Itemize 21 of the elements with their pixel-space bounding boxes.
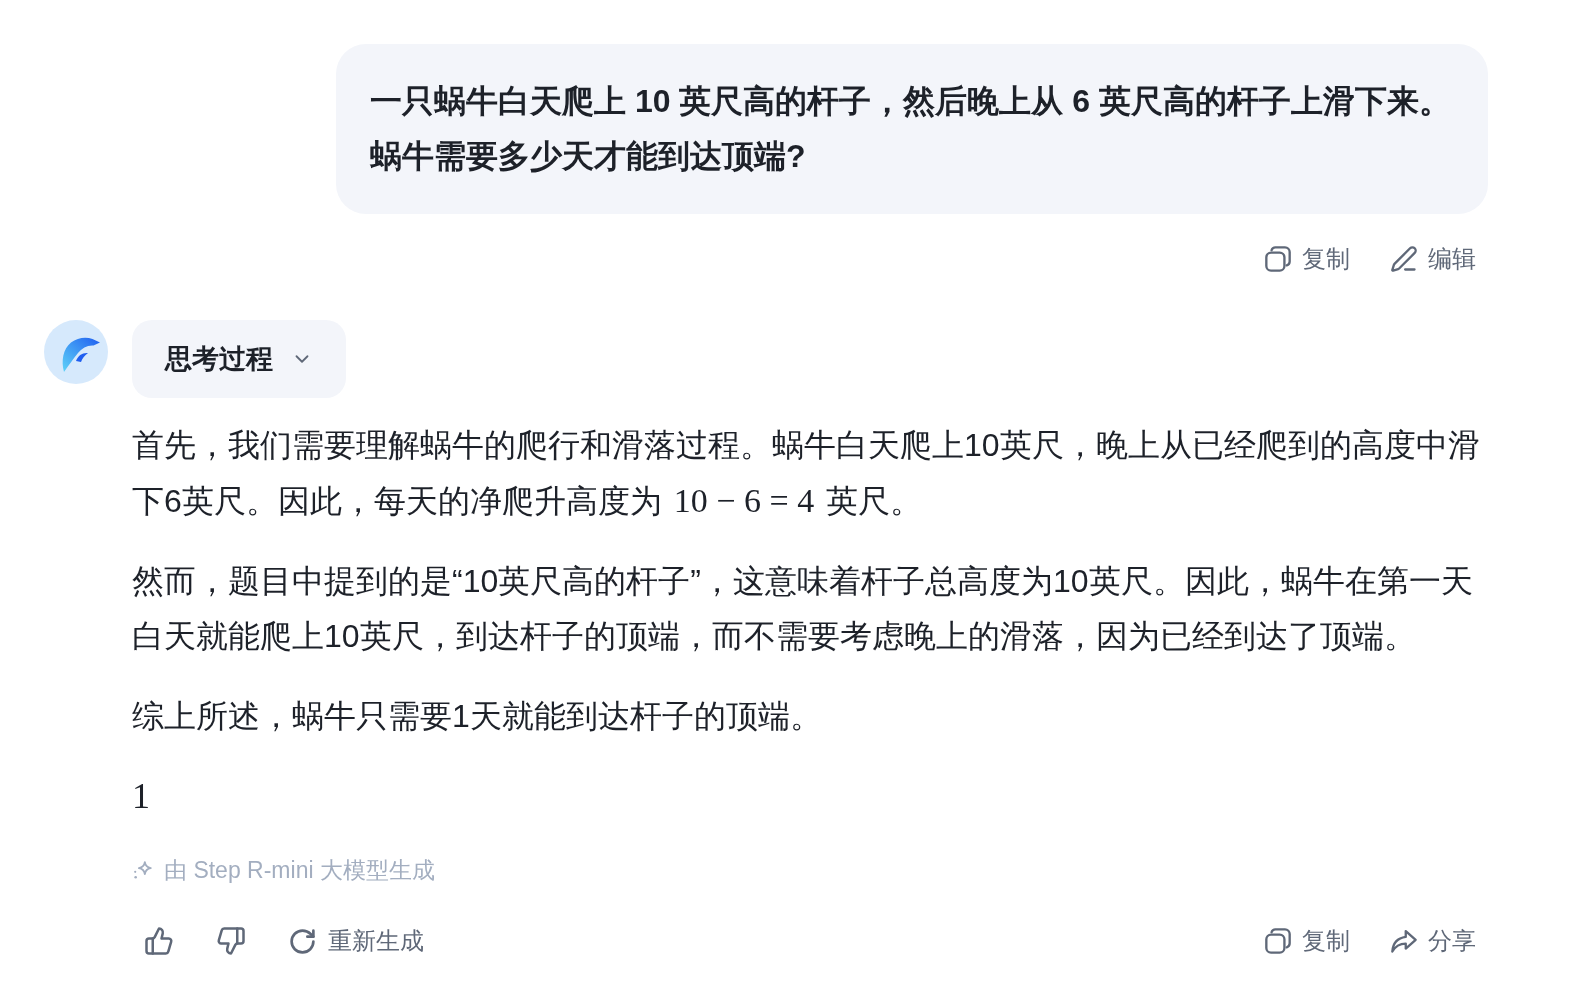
answer-paragraph: 首先，我们需要理解蜗牛的爬行和滑落过程。蜗牛白天爬上10英尺，晚上从已经爬到的高度中滑下6英尺。因此，每天的净爬升高度为 10 − 6 = 4 英尺。: [132, 426, 1481, 521]
copy-button[interactable]: 复制: [1252, 914, 1362, 968]
edit-button[interactable]: 编辑: [1390, 240, 1476, 278]
answer-paragraph: 综上所述，蜗牛只需要1天就能到达杆子的顶端。: [132, 697, 823, 736]
thumbs-down-icon: [216, 926, 246, 956]
model-note: 由 Step R-mini 大模型生成: [164, 855, 435, 885]
dolphin-avatar-icon: [44, 320, 108, 384]
answer-paragraph: 然而，题目中提到的是“10英尺高的杆子”，这意味着杆子总高度为10英尺。因此，蜗牛在第一天白天就能爬上10英尺，到达杆子的顶端，而不需要考虑晚上的滑落，因为已经到达了顶端。: [132, 562, 1474, 656]
final-answer: 1: [132, 775, 150, 818]
copy-icon: [1264, 245, 1292, 273]
sparkle-icon: [132, 859, 154, 881]
pencil-icon: [1390, 245, 1418, 273]
copy-icon: [1264, 927, 1292, 955]
regenerate-button[interactable]: 重新生成: [276, 914, 436, 968]
share-icon: [1390, 927, 1418, 955]
thinking-toggle[interactable]: 思考过程: [132, 320, 346, 398]
thumbs-up-icon: [144, 926, 174, 956]
user-message-text: 一只蜗牛白天爬上 10 英尺高的杆子，然后晚上从 6 英尺高的杆子上滑下来。蜗牛需要多少天才能到达顶端?: [370, 82, 1452, 176]
share-button[interactable]: 分享: [1378, 914, 1488, 968]
refresh-icon: [288, 926, 317, 956]
copy-button[interactable]: 复制: [1264, 240, 1350, 278]
